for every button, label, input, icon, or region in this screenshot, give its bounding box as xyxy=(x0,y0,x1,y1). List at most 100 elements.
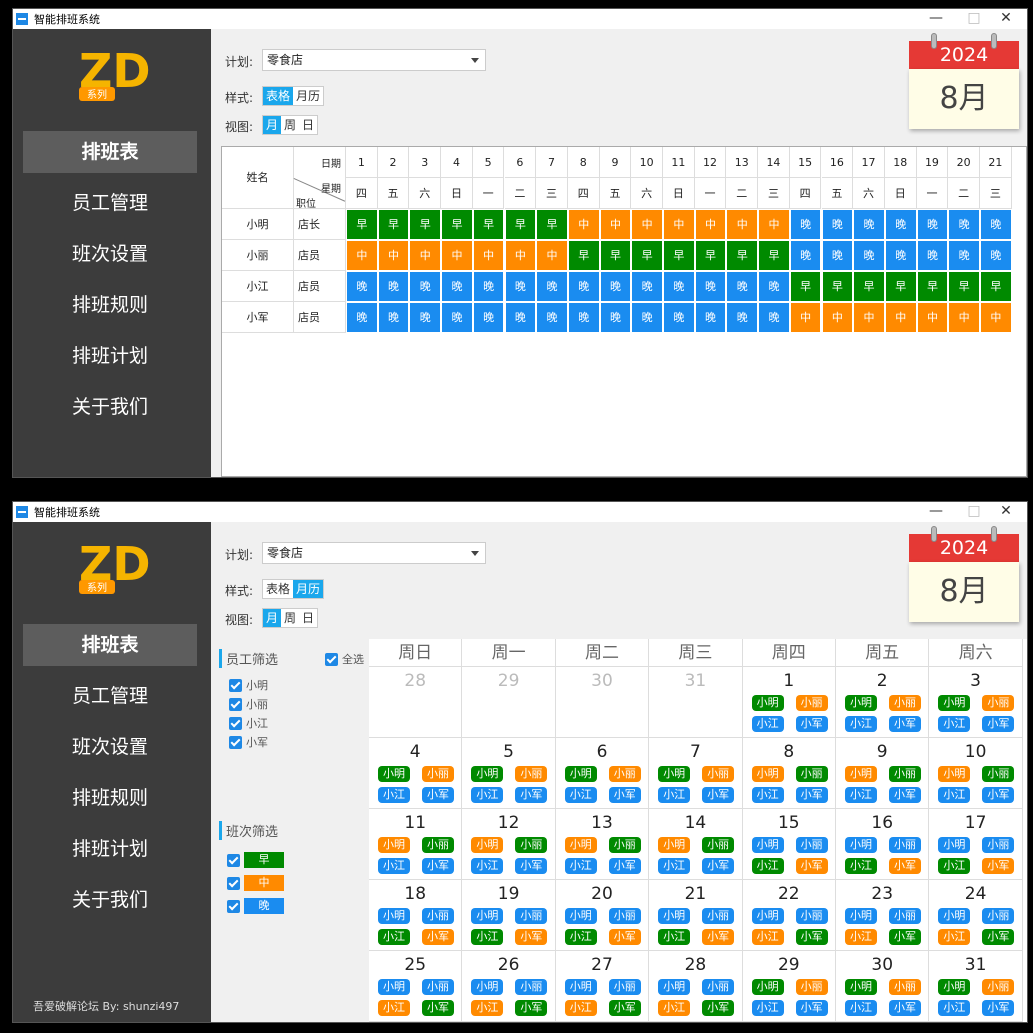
shift-pill[interactable]: 小明 xyxy=(378,908,410,924)
shift-pill[interactable]: 小明 xyxy=(564,766,597,782)
shift-cell[interactable]: 中 xyxy=(694,209,727,240)
shift-pill[interactable]: 小丽 xyxy=(795,695,828,711)
shift-pill[interactable]: 小丽 xyxy=(422,979,454,995)
maximize-button[interactable]: □ xyxy=(959,9,989,27)
shift-pill[interactable]: 小明 xyxy=(938,979,971,995)
shift-pill[interactable]: 小江 xyxy=(658,787,691,803)
shift-cell[interactable]: 早 xyxy=(694,240,727,271)
shift-cell[interactable]: 中 xyxy=(948,302,980,333)
day-cell[interactable]: 27 小明 小丽 小江 小军 xyxy=(555,951,650,1022)
shift-cell[interactable]: 晚 xyxy=(853,209,885,240)
shift-cell[interactable]: 晚 xyxy=(726,271,759,302)
shift-pill[interactable]: 小丽 xyxy=(982,695,1015,711)
menu-item-plans[interactable]: 排班计划 xyxy=(23,828,197,870)
shift-pill[interactable]: 小江 xyxy=(845,716,877,732)
shift-cell[interactable]: 晚 xyxy=(980,209,1012,240)
shift-pill[interactable]: 小明 xyxy=(658,908,691,924)
shift-pill[interactable]: 小明 xyxy=(845,908,877,924)
shift-pill[interactable]: 小丽 xyxy=(982,766,1015,782)
menu-item-employees[interactable]: 员工管理 xyxy=(23,675,197,717)
shift-cell[interactable]: 晚 xyxy=(663,302,695,333)
shift-pill[interactable]: 小江 xyxy=(658,858,691,874)
maximize-button[interactable]: □ xyxy=(959,502,989,520)
shift-cell[interactable]: 早 xyxy=(980,271,1012,302)
shift-cell[interactable]: 晚 xyxy=(916,209,949,240)
day-cell[interactable]: 26 小明 小丽 小江 小军 xyxy=(462,951,556,1022)
shift-pill[interactable]: 小明 xyxy=(658,766,691,782)
day-cell[interactable]: 8 小明 小丽 小江 小军 xyxy=(742,738,836,809)
shift-cell[interactable]: 晚 xyxy=(789,209,822,240)
shift-cell[interactable]: 早 xyxy=(536,209,568,240)
shift-pill[interactable]: 小江 xyxy=(845,858,877,874)
day-cell[interactable]: 28 小明 小丽 小江 小军 xyxy=(649,951,743,1022)
shift-cell[interactable]: 中 xyxy=(821,302,854,333)
menu-item-employees[interactable]: 员工管理 xyxy=(23,182,197,224)
shift-cell[interactable]: 晚 xyxy=(409,271,442,302)
shift-pill[interactable]: 小江 xyxy=(564,787,597,803)
shift-pill[interactable]: 小军 xyxy=(982,858,1015,874)
day-cell[interactable]: 1 小明 小丽 小江 小军 xyxy=(742,667,836,738)
view-option-week[interactable]: 周 xyxy=(281,116,299,134)
day-cell[interactable]: 9 小明 小丽 小江 小军 xyxy=(836,738,930,809)
shift-pill[interactable]: 小军 xyxy=(608,787,641,803)
shift-pill[interactable]: 小军 xyxy=(795,1000,828,1016)
shift-cell[interactable]: 早 xyxy=(884,271,917,302)
shift-pill[interactable]: 小江 xyxy=(751,716,784,732)
day-cell[interactable]: 2 小明 小丽 小江 小军 xyxy=(836,667,930,738)
shift-pill[interactable]: 小江 xyxy=(938,716,971,732)
shift-cell[interactable]: 晚 xyxy=(758,271,790,302)
shift-pill[interactable]: 小丽 xyxy=(889,908,921,924)
shift-cell[interactable]: 中 xyxy=(916,302,949,333)
shift-cell[interactable]: 晚 xyxy=(377,302,410,333)
shift-pill[interactable]: 小丽 xyxy=(795,979,828,995)
day-cell[interactable]: 28 xyxy=(369,667,463,738)
shift-pill[interactable]: 小明 xyxy=(938,837,971,853)
shift-pill[interactable]: 小丽 xyxy=(515,908,548,924)
shift-cell[interactable]: 早 xyxy=(441,209,473,240)
style-option-calendar[interactable]: 月历 xyxy=(293,87,323,105)
shift-cell[interactable]: 早 xyxy=(409,209,442,240)
view-option-month[interactable]: 月 xyxy=(263,116,282,134)
shift-pill[interactable]: 小军 xyxy=(422,787,454,803)
shift-pill[interactable]: 小明 xyxy=(751,766,784,782)
shift-cell[interactable]: 早 xyxy=(853,271,885,302)
shift-pill[interactable]: 小丽 xyxy=(795,908,828,924)
shift-pill[interactable]: 小军 xyxy=(422,929,454,945)
shift-pill[interactable]: 小江 xyxy=(471,787,504,803)
day-cell[interactable]: 13 小明 小丽 小江 小军 xyxy=(555,809,650,880)
employee-checkbox[interactable]: 小军 xyxy=(229,734,268,750)
shift-cell[interactable]: 中 xyxy=(346,240,378,271)
style-option-table[interactable]: 表格 xyxy=(263,580,293,598)
shift-cell[interactable]: 早 xyxy=(631,240,663,271)
shift-pill[interactable]: 小丽 xyxy=(702,837,735,853)
shift-pill[interactable]: 小丽 xyxy=(889,695,921,711)
shift-pill[interactable]: 小江 xyxy=(378,858,410,874)
shift-pill[interactable]: 小明 xyxy=(751,695,784,711)
shift-pill[interactable]: 小丽 xyxy=(515,979,548,995)
shift-cell[interactable]: 晚 xyxy=(884,240,917,271)
shift-cell[interactable]: 晚 xyxy=(853,240,885,271)
shift-pill[interactable]: 小江 xyxy=(378,1000,410,1016)
day-cell[interactable]: 31 小明 小丽 小江 小军 xyxy=(929,951,1023,1022)
day-cell[interactable]: 7 小明 小丽 小江 小军 xyxy=(649,738,743,809)
shift-pill[interactable]: 小明 xyxy=(938,908,971,924)
employee-checkbox[interactable]: 小明 xyxy=(229,677,268,693)
shift-pill[interactable]: 小江 xyxy=(751,1000,784,1016)
shift-cell[interactable]: 晚 xyxy=(377,271,410,302)
shift-pill[interactable]: 小江 xyxy=(658,1000,691,1016)
close-button[interactable]: ✕ xyxy=(991,502,1021,520)
shift-pill[interactable]: 小明 xyxy=(564,908,597,924)
shift-cell[interactable]: 晚 xyxy=(631,302,663,333)
employee-checkbox[interactable]: 小丽 xyxy=(229,696,268,712)
shift-pill[interactable]: 小江 xyxy=(845,787,877,803)
shift-checkbox-early[interactable]: 早 xyxy=(227,852,284,868)
shift-pill[interactable]: 小军 xyxy=(515,1000,548,1016)
shift-pill[interactable]: 小丽 xyxy=(982,908,1015,924)
shift-cell[interactable]: 早 xyxy=(916,271,949,302)
shift-pill[interactable]: 小军 xyxy=(608,929,641,945)
shift-cell[interactable]: 晚 xyxy=(441,271,473,302)
shift-cell[interactable]: 晚 xyxy=(884,209,917,240)
style-option-calendar[interactable]: 月历 xyxy=(293,580,324,598)
shift-cell[interactable]: 晚 xyxy=(472,271,505,302)
shift-pill[interactable]: 小明 xyxy=(845,837,877,853)
